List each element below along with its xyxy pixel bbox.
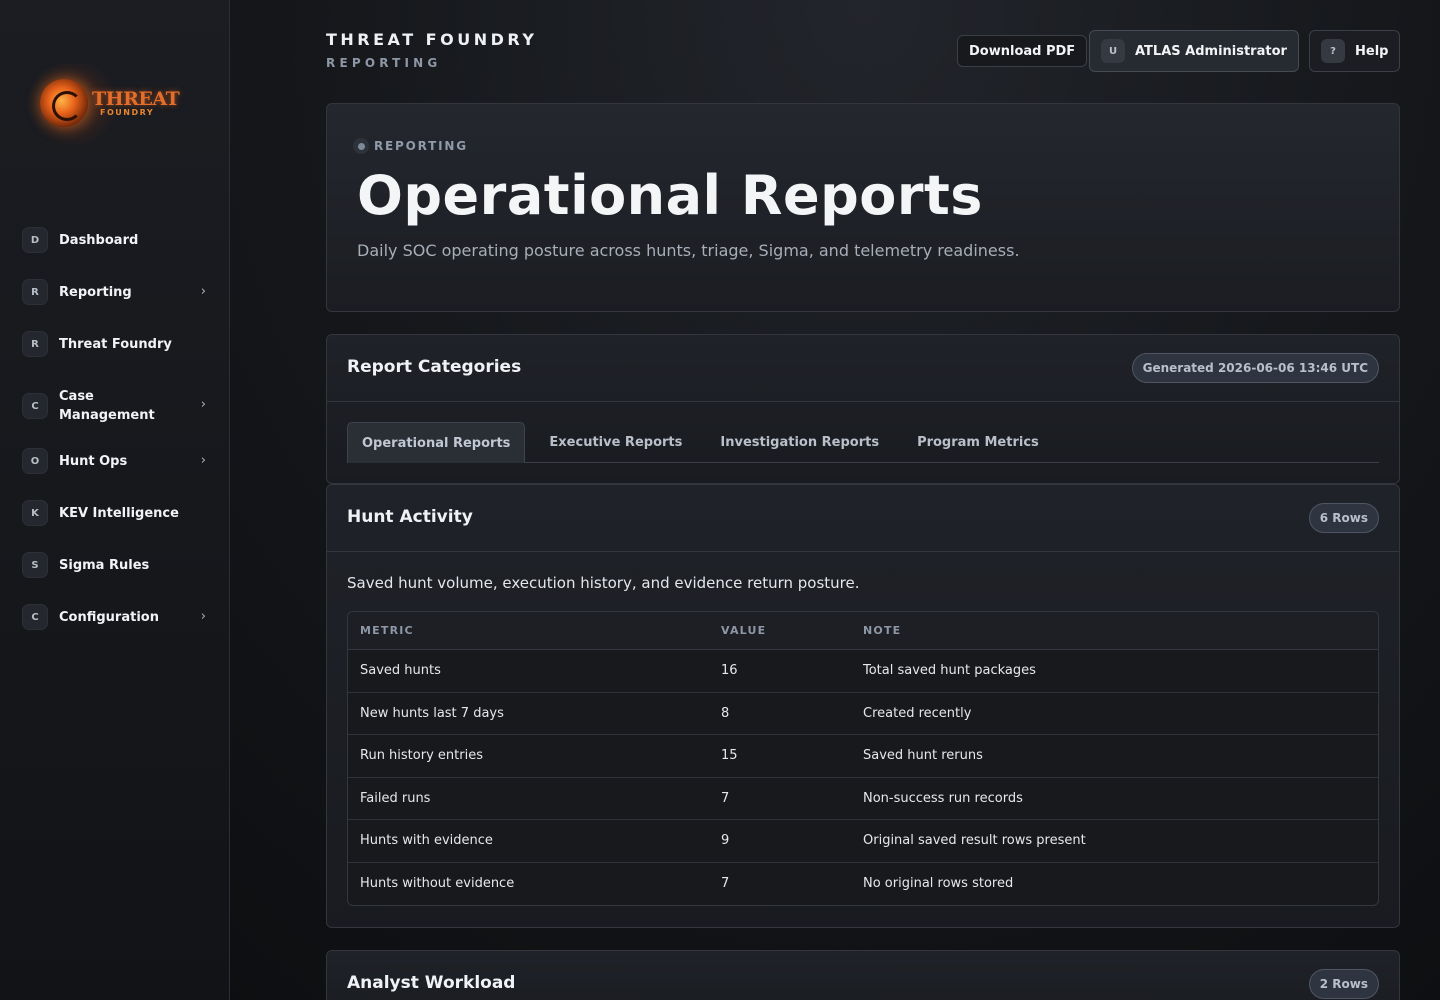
chevron-right-icon[interactable]: ›: [201, 397, 206, 412]
nav-badge-icon: D: [22, 227, 48, 253]
sidebar-item-label: Dashboard: [59, 232, 139, 248]
value-cell: 9: [721, 833, 730, 849]
tab-program-metrics[interactable]: Program Metrics: [903, 422, 1053, 463]
table-row: Hunts without evidence 7 No original rows …: [348, 863, 1378, 906]
brand-title: THREAT FOUNDRY: [326, 30, 538, 49]
sidebar-item-label: Case Management: [59, 389, 155, 423]
nav-badge-icon: C: [22, 393, 48, 419]
value-cell: 15: [721, 748, 738, 764]
row-count-badge: 2 Rows: [1308, 969, 1379, 999]
value-cell: 16: [721, 663, 738, 679]
value-cell: 7: [721, 790, 730, 806]
hero-card: REPORTING Operational Reports Daily SOC …: [326, 103, 1400, 312]
value-cell: 8: [721, 705, 730, 721]
note-cell: Saved hunt reruns: [863, 748, 983, 764]
sidebar-item-dashboard[interactable]: D Dashboard: [22, 223, 212, 257]
generated-timestamp-badge: Generated 2026-06-06 13:46 UTC: [1131, 353, 1379, 383]
note-cell: Non-success run records: [863, 790, 1023, 806]
table-row: New hunts last 7 days 8 Created recently: [348, 693, 1378, 735]
section-description: Saved hunt volume, execution history, an…: [347, 574, 860, 592]
hunt-activity-table: METRIC VALUE NOTE Saved hunts 16 Total sav…: [347, 611, 1379, 906]
chevron-right-icon[interactable]: ›: [201, 609, 206, 624]
sidebar-item-label: Hunt Ops: [59, 453, 128, 469]
metric-cell: New hunts last 7 days: [360, 705, 504, 721]
threat-foundry-logo[interactable]: THREAT FOUNDRY: [28, 64, 198, 144]
note-cell: No original rows stored: [863, 876, 1014, 892]
card-title: Hunt Activity: [347, 507, 473, 527]
sidebar-item-label: Threat Foundry: [59, 336, 172, 352]
table-header: METRIC VALUE NOTE: [348, 612, 1378, 650]
tab-operational-reports[interactable]: Operational Reports: [347, 422, 526, 463]
value-cell: 7: [721, 876, 730, 892]
nav-badge-icon: R: [22, 331, 48, 357]
sidebar: THREAT FOUNDRY D Dashboard R Reporting › R Thr…: [0, 0, 230, 1000]
user-menu-button[interactable]: U ATLAS Administrator: [1089, 30, 1299, 72]
page-description: Daily SOC operating posture across hunts…: [357, 241, 1020, 260]
report-categories-card: Report Categories Generated 2026-06-06 1…: [326, 334, 1400, 484]
card-header: Hunt Activity 6 Rows: [327, 485, 1399, 552]
chevron-right-icon[interactable]: ›: [201, 284, 206, 299]
hero-tag-label: REPORTING: [374, 139, 468, 153]
flame-emblem-icon: [40, 79, 88, 127]
card-title: Analyst Workload: [347, 973, 516, 993]
analyst-workload-card: Analyst Workload 2 Rows: [326, 950, 1400, 1000]
user-avatar-icon: U: [1101, 39, 1125, 63]
sidebar-item-label: Configuration: [59, 609, 159, 625]
metric-cell: Failed runs: [360, 790, 431, 806]
user-name-label: ATLAS Administrator: [1135, 43, 1287, 59]
sidebar-item-kev-intelligence[interactable]: K KEV Intelligence: [22, 496, 212, 530]
sidebar-item-hunt-ops[interactable]: O Hunt Ops ›: [22, 444, 212, 478]
hero-tag: REPORTING: [353, 138, 468, 154]
nav-badge-icon: C: [22, 604, 48, 630]
sidebar-item-threat-foundry[interactable]: R Threat Foundry: [22, 327, 212, 361]
table-row: Failed runs 7 Non-success run records: [348, 778, 1378, 820]
sidebar-item-label: KEV Intelligence: [59, 505, 179, 521]
logo-subword: FOUNDRY: [100, 108, 155, 117]
tab-investigation-reports[interactable]: Investigation Reports: [706, 422, 893, 463]
column-header-note[interactable]: NOTE: [863, 624, 1378, 637]
metric-cell: Hunts with evidence: [360, 833, 493, 849]
chevron-right-icon[interactable]: ›: [201, 453, 206, 468]
sidebar-item-reporting[interactable]: R Reporting ›: [22, 275, 212, 309]
note-cell: Created recently: [863, 705, 972, 721]
card-header: Report Categories Generated 2026-06-06 1…: [327, 335, 1399, 402]
nav-badge-icon: S: [22, 552, 48, 578]
card-title: Report Categories: [347, 357, 522, 377]
page-title: Operational Reports: [357, 164, 983, 227]
note-cell: Original saved result rows present: [863, 833, 1086, 849]
download-pdf-label: Download PDF: [969, 43, 1076, 59]
help-button[interactable]: ? Help: [1309, 30, 1401, 72]
nav-badge-icon: R: [22, 279, 48, 305]
help-label: Help: [1355, 43, 1389, 59]
sidebar-item-case-management[interactable]: C Case Management ›: [22, 386, 212, 426]
metric-cell: Run history entries: [360, 748, 483, 764]
metric-cell: Saved hunts: [360, 663, 441, 679]
sidebar-item-configuration[interactable]: C Configuration ›: [22, 600, 212, 634]
hunt-activity-card: Hunt Activity 6 Rows Saved hunt volume, …: [326, 484, 1400, 928]
table-row: Saved hunts 16 Total saved hunt packages: [348, 650, 1378, 693]
column-header-value[interactable]: VALUE: [721, 624, 863, 637]
report-category-tabs: Operational Reports Executive Reports Inve…: [347, 422, 1379, 463]
note-cell: Total saved hunt packages: [863, 663, 1036, 679]
table-body: Saved hunts 16 Total saved hunt packages Ne…: [348, 650, 1378, 905]
tab-executive-reports[interactable]: Executive Reports: [535, 422, 696, 463]
sidebar-item-label: Reporting: [59, 284, 132, 300]
nav-badge-icon: K: [22, 500, 48, 526]
sidebar-item-sigma-rules[interactable]: S Sigma Rules: [22, 548, 212, 582]
help-icon: ?: [1321, 39, 1345, 63]
nav-badge-icon: O: [22, 448, 48, 474]
status-dot-icon: [353, 138, 369, 154]
column-header-metric[interactable]: METRIC: [348, 624, 721, 637]
table-row: Hunts with evidence 9 Original saved resul…: [348, 820, 1378, 863]
row-count-badge: 6 Rows: [1308, 503, 1379, 533]
brand-subtitle: REPORTING: [326, 56, 442, 70]
sidebar-item-label: Sigma Rules: [59, 557, 150, 573]
download-pdf-button[interactable]: Download PDF: [957, 35, 1088, 67]
metric-cell: Hunts without evidence: [360, 876, 515, 892]
logo-wordmark: THREAT: [92, 88, 180, 110]
table-row: Run history entries 15 Saved hunt reruns: [348, 735, 1378, 778]
